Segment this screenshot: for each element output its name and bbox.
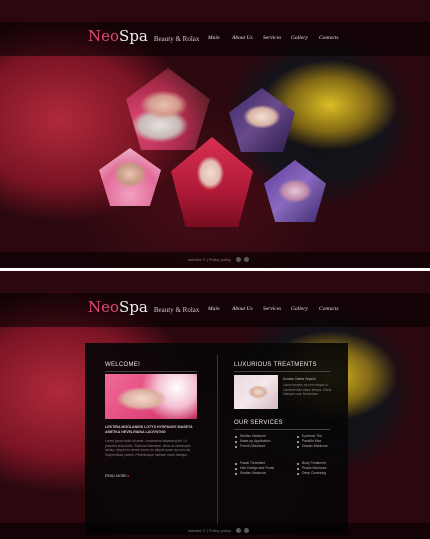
nav-about-us[interactable]: About Us <box>232 306 263 312</box>
logo-spa: Spa <box>119 298 148 316</box>
bullet-icon <box>297 462 299 465</box>
logo-neo: Neo <box>88 27 120 45</box>
footer-bar: website © | Policy policy <box>0 523 430 539</box>
purple-nails-photo <box>264 160 326 222</box>
welcome-image <box>105 374 197 419</box>
social-icon-twitter[interactable] <box>236 528 241 533</box>
read-more-link[interactable]: READ MORE ▸ <box>105 474 130 478</box>
bullet-icon <box>235 446 237 448</box>
bullet-icon <box>235 467 237 470</box>
header-bar: Neo Spa Beauty & Rolax Main About Us Ser… <box>0 293 430 327</box>
content-panel: WELCOME! LEKTIRA MODLANEIS LOTYS HYSPANC… <box>85 343 348 535</box>
welcome-rule <box>105 371 197 372</box>
footer-copyright: website © | Policy policy <box>188 257 231 262</box>
gallery-image-pedicure[interactable] <box>99 148 161 206</box>
gallery-image-purple-nails[interactable] <box>264 160 326 222</box>
logo-tagline: Beauty & Rolax <box>153 35 200 43</box>
social-icon-twitter[interactable] <box>236 257 241 262</box>
bullet-icon <box>297 440 299 443</box>
luxurious-body-text: Lacus tempus ea eum eaque id condimentum… <box>283 383 332 397</box>
french-nails-photo <box>229 88 295 152</box>
luxurious-rule <box>234 371 330 372</box>
gallery-image-manicure-bowl[interactable] <box>126 68 210 150</box>
bullet-icon <box>235 440 237 443</box>
main-nav: Main About Us Services Gallery Contacts <box>208 35 345 41</box>
logo-spa: Spa <box>119 27 148 45</box>
services-list-col1-bottom: Facial Treatment Hair Design and Finish … <box>235 461 274 477</box>
service-item[interactable]: Classic Manicure <box>297 444 328 449</box>
welcome-caps-text: LEKTIRA MODLANEIS LOTYS HYSPANCE MASETA … <box>105 425 193 434</box>
logo-tagline: Beauty & Rolax <box>153 306 200 314</box>
luxurious-heading: LUXURIOUS TREATMENTS <box>234 362 317 368</box>
nav-gallery[interactable]: Gallery <box>291 35 319 41</box>
inner-page-view: Neo Spa Beauty & Rolax Main About Us Ser… <box>0 271 430 539</box>
nav-main[interactable]: Main <box>208 306 232 312</box>
hand-with-flowers-photo <box>105 374 197 419</box>
bullet-icon <box>235 435 237 438</box>
footer-bar: website © | Policy policy <box>0 252 430 268</box>
main-nav: Main About Us Services Gallery Contacts <box>208 306 345 312</box>
welcome-body-text: Lorem ipsum dolor sit amet, consectetur … <box>105 439 192 457</box>
site-logo[interactable]: Neo Spa Beauty & Rolax <box>88 298 199 316</box>
services-list-col2-bottom: Body Treatment Pearls Manicure Deep Clea… <box>297 461 327 477</box>
home-page-view: Neo Spa Beauty & Rolax Main About Us Ser… <box>0 0 430 268</box>
luxurious-image <box>234 375 278 409</box>
welcome-heading: WELCOME! <box>105 362 141 368</box>
manicure-photo <box>234 375 278 409</box>
social-icon-facebook[interactable] <box>244 528 249 533</box>
gallery-image-french-nails[interactable] <box>229 88 295 152</box>
social-icon-facebook[interactable] <box>244 257 249 262</box>
bullet-icon <box>235 473 237 475</box>
logo-neo: Neo <box>88 298 120 316</box>
bullet-icon <box>297 435 299 438</box>
service-item[interactable]: French Manicure <box>235 444 271 449</box>
footer-copyright: website © | Policy policy <box>188 528 231 533</box>
manicure-bowl-photo <box>126 68 210 150</box>
nav-main[interactable]: Main <box>208 35 232 41</box>
bullet-icon <box>297 473 299 475</box>
nav-contacts[interactable]: Contacts <box>319 35 345 41</box>
nav-gallery[interactable]: Gallery <box>291 306 319 312</box>
nav-about-us[interactable]: About Us <box>232 35 263 41</box>
service-item[interactable]: Shellac Manicure <box>235 471 274 476</box>
services-list-col2-top: Eyebrow Tint Paraffin Wax Classic Manicu… <box>297 434 328 450</box>
nav-services[interactable]: Services <box>263 35 291 41</box>
nav-services[interactable]: Services <box>263 306 291 312</box>
bullet-icon <box>297 446 299 448</box>
site-logo[interactable]: Neo Spa Beauty & Rolax <box>88 27 199 45</box>
bullet-icon <box>235 462 237 465</box>
services-rule <box>234 429 330 430</box>
pedicure-photo <box>99 148 161 206</box>
services-list-col1-top: Shellac Manicure Make-up Application Fre… <box>235 434 271 450</box>
services-heading: OUR SERVICES <box>234 420 283 426</box>
nav-contacts[interactable]: Contacts <box>319 306 345 312</box>
bullet-icon <box>297 467 299 470</box>
service-item[interactable]: Deep Cleansing <box>297 471 327 476</box>
column-divider <box>217 355 218 525</box>
read-more-label: READ MORE <box>105 474 127 478</box>
arrow-right-icon: ▸ <box>127 474 130 478</box>
header-bar: Neo Spa Beauty & Rolax Main About Us Ser… <box>0 22 430 56</box>
luxurious-subtitle: Donitas Xotera Veyanti <box>283 377 316 381</box>
